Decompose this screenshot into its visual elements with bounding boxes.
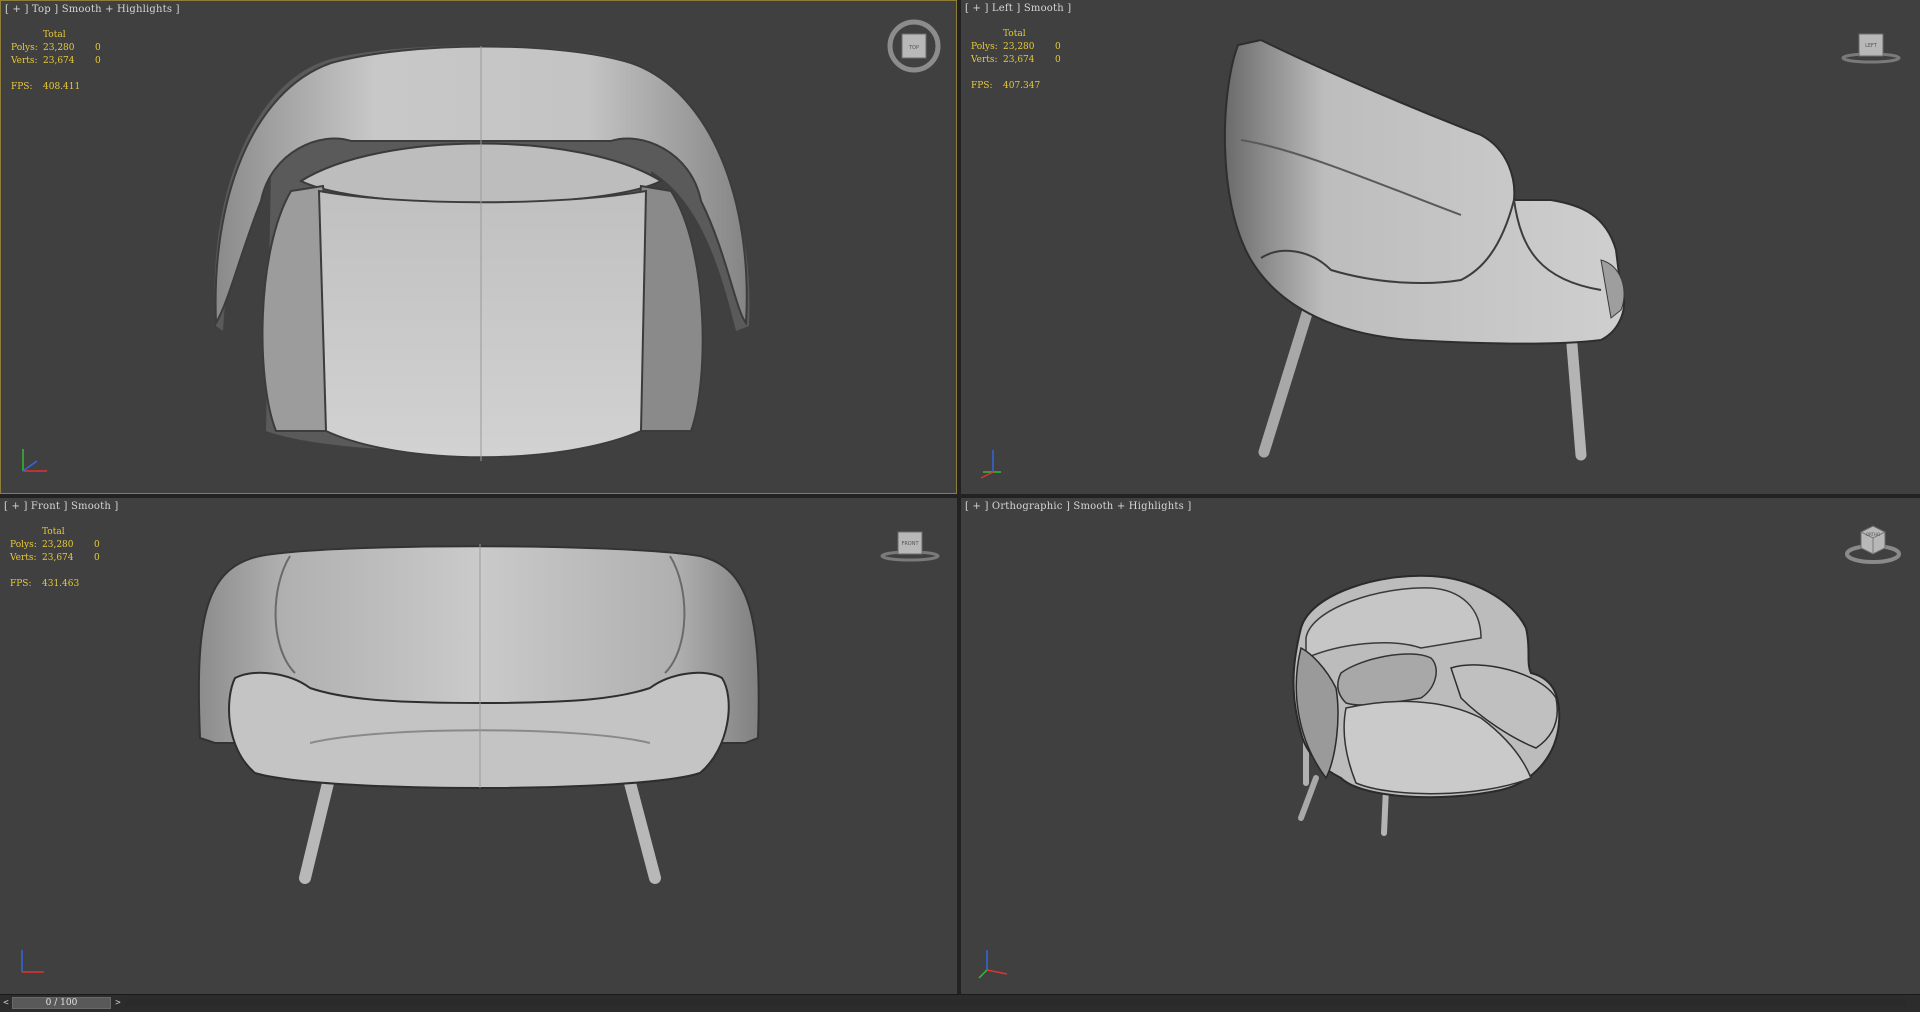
view-cube-face-label: TOP	[908, 45, 919, 51]
viewport-front[interactable]: [ + ] Front ] Smooth ] Total Polys: 23,28…	[0, 498, 957, 994]
armchair-top-view	[214, 45, 750, 461]
axis-tripod-icon	[978, 950, 1008, 979]
previous-frame-button[interactable]: <	[1, 997, 11, 1009]
viewport-orthographic[interactable]: [ + ] Orthographic ] Smooth + Highlights…	[961, 498, 1920, 994]
view-cube-face-label: FRONT	[901, 541, 919, 547]
armchair-front-view	[197, 544, 760, 884]
time-slider-bar: < 0 / 100 >	[0, 994, 1920, 1012]
axis-tripod-icon	[21, 950, 44, 973]
axis-tripod-icon	[22, 449, 47, 472]
view-cube-icon[interactable]: TOP	[885, 17, 943, 75]
timeline-track[interactable]	[126, 999, 1906, 1007]
view-cube-icon[interactable]: ORTHO	[1845, 518, 1901, 566]
view-cube-face-label: LEFT	[1865, 43, 1878, 49]
armchair-side-view	[1223, 38, 1626, 461]
next-frame-button[interactable]: >	[113, 997, 123, 1009]
time-slider[interactable]: 0 / 100	[12, 997, 111, 1009]
view-cube-icon[interactable]: LEFT	[1841, 28, 1901, 68]
armchair-perspective-view	[1292, 574, 1561, 836]
view-cube-face-label: ORTHO	[1866, 532, 1880, 537]
axis-tripod-icon	[980, 450, 1001, 479]
viewport-top[interactable]: [ + ] Top ] Smooth + Highlights ] Total …	[0, 0, 957, 494]
view-cube-icon[interactable]: FRONT	[880, 526, 940, 566]
viewport-left[interactable]: [ + ] Left ] Smooth ] Total Polys: 23,280…	[961, 0, 1920, 494]
